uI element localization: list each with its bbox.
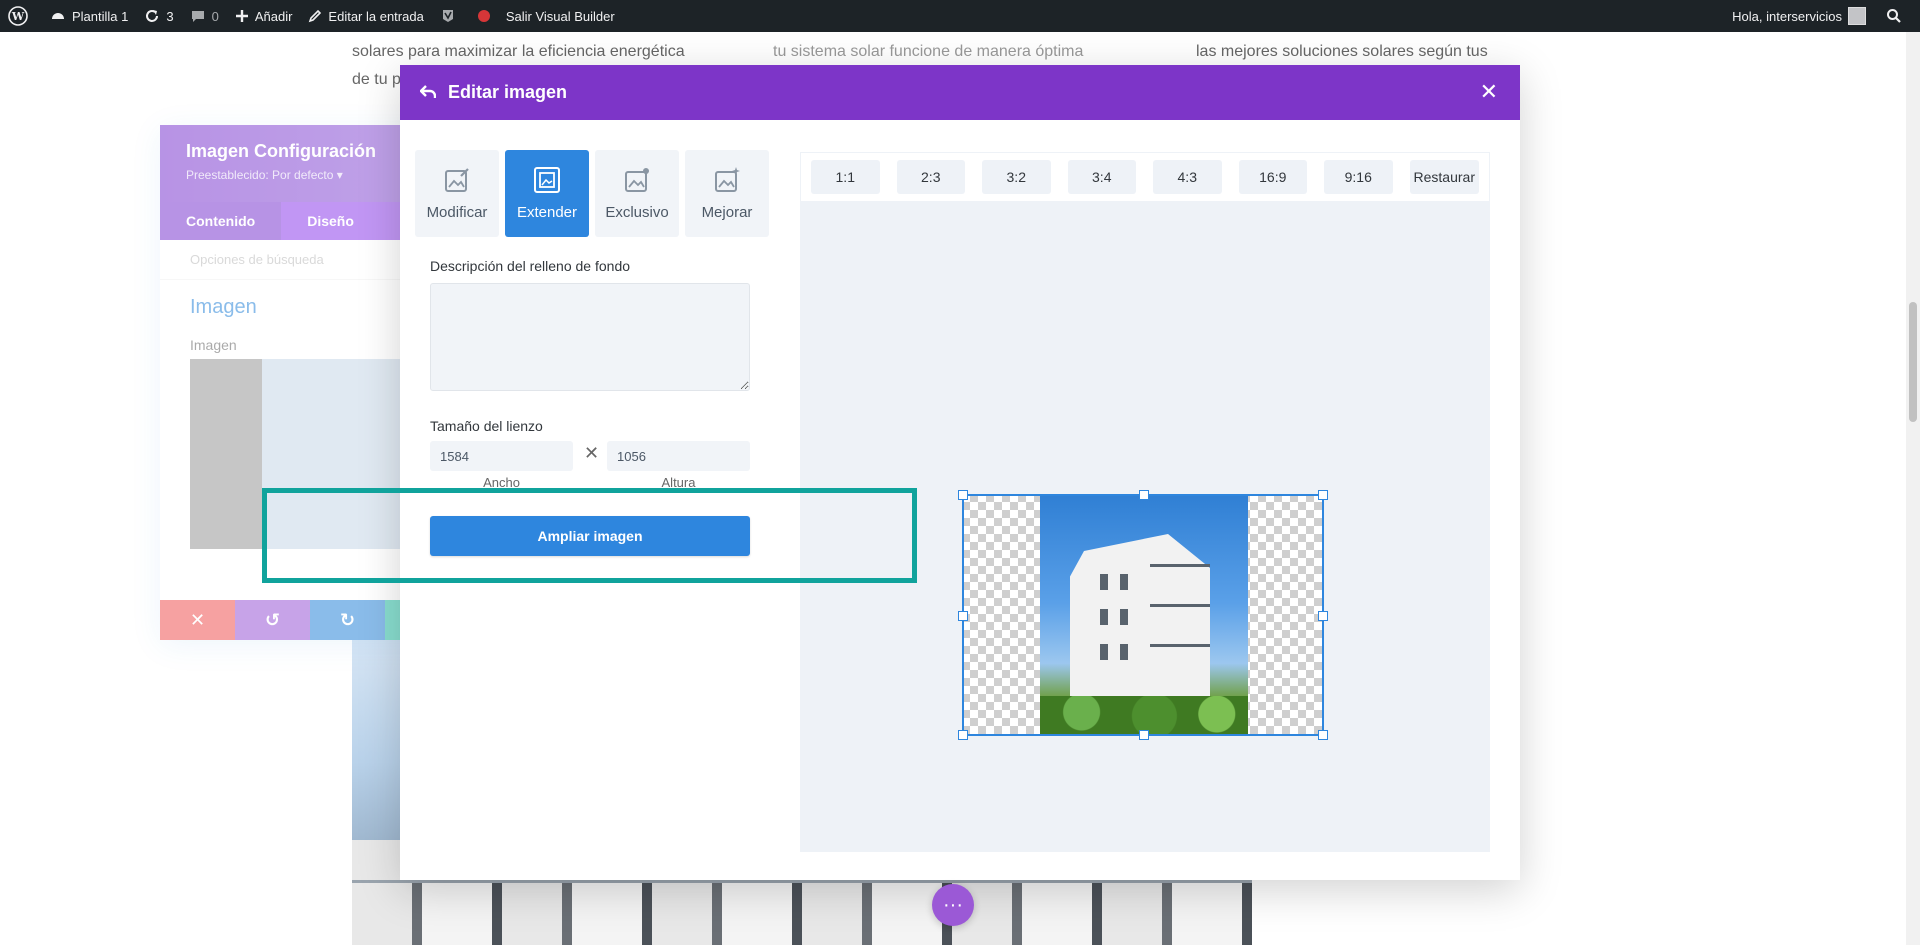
width-sub-label: Ancho bbox=[483, 475, 520, 490]
canvas-height-input[interactable]: 1056 bbox=[607, 441, 750, 471]
resize-handle-se[interactable] bbox=[1318, 730, 1328, 740]
exit-visual-builder-label: Salir Visual Builder bbox=[505, 8, 615, 24]
scrollbar-thumb[interactable] bbox=[1909, 302, 1917, 422]
redo-icon: ↻ bbox=[339, 609, 356, 630]
wordpress-logo-icon[interactable]: W bbox=[0, 0, 42, 32]
modal-title: Editar imagen bbox=[448, 82, 568, 102]
canvas-width-input[interactable]: 1584 bbox=[430, 441, 573, 471]
bg-text-col1-line1: solares para maximizar la eficiencia ene… bbox=[352, 43, 685, 60]
tab-modify-label: Modificar bbox=[426, 204, 488, 221]
tab-enhance[interactable]: Mejorar bbox=[685, 150, 769, 237]
aspect-ratio-bar: 1:1 2:3 3:2 3:4 4:3 16:9 9:16 Restaurar bbox=[800, 152, 1490, 202]
more-dots-icon: ··· bbox=[943, 893, 963, 916]
fill-description-textarea[interactable] bbox=[430, 283, 750, 391]
resize-handle-s[interactable] bbox=[1139, 730, 1149, 740]
ratio-16-9-button[interactable]: 16:9 bbox=[1238, 160, 1307, 194]
seo-status-dot-icon bbox=[470, 0, 498, 32]
exclusive-image-icon bbox=[625, 168, 649, 192]
height-sub-label: Altura bbox=[661, 475, 696, 490]
tab-exclusive-label: Exclusivo bbox=[605, 204, 669, 221]
page-scrollbar[interactable] bbox=[1906, 32, 1920, 945]
settings-title: Imagen Configuración bbox=[186, 141, 377, 161]
page-settings-fab[interactable]: ··· bbox=[932, 884, 974, 926]
tab-enhance-label: Mejorar bbox=[701, 204, 753, 221]
ratio-3-4-button[interactable]: 3:4 bbox=[1067, 160, 1136, 194]
user-account-link[interactable]: Hola, interservicios bbox=[1724, 0, 1874, 32]
site-name-label: Plantilla 1 bbox=[72, 8, 129, 24]
refresh-icon bbox=[146, 10, 159, 22]
comments-link[interactable]: 0 bbox=[182, 0, 227, 32]
ratio-9-16-button[interactable]: 9:16 bbox=[1324, 160, 1393, 194]
extended-canvas-transparent bbox=[958, 490, 1328, 740]
undo-icon: ↺ bbox=[264, 609, 281, 630]
tab-exclusive[interactable]: Exclusivo bbox=[595, 150, 679, 237]
close-modal-icon[interactable]: ✕ bbox=[1480, 81, 1498, 103]
canvas-size-label: Tamaño del lienzo bbox=[430, 418, 543, 434]
comment-icon bbox=[191, 11, 204, 22]
resize-handle-ne[interactable] bbox=[1318, 490, 1328, 500]
tab-modify[interactable]: Modificar bbox=[415, 150, 499, 237]
avatar bbox=[1848, 7, 1866, 25]
bg-text-col2-line1: tu sistema solar funcione de manera ópti… bbox=[773, 43, 1084, 60]
tool-tabs: Modificar Extender Exclusivo Mejorar bbox=[415, 150, 769, 237]
settings-image-preview[interactable] bbox=[190, 359, 430, 549]
bg-text-col3-line1: las mejores soluciones solares según tus bbox=[1196, 43, 1488, 60]
times-icon: ✕ bbox=[584, 443, 600, 463]
exit-visual-builder-link[interactable]: Salir Visual Builder bbox=[498, 0, 623, 32]
bg-text-col1-line2: de tu p bbox=[352, 71, 401, 88]
yoast-seo-icon[interactable] bbox=[432, 0, 470, 32]
site-name-link[interactable]: Plantilla 1 bbox=[42, 0, 136, 32]
edit-entry-label: Editar la entrada bbox=[328, 8, 424, 24]
tab-content[interactable]: Contenido bbox=[160, 202, 282, 240]
add-new-label: Añadir bbox=[254, 8, 293, 24]
tab-extend-label: Extender bbox=[516, 204, 578, 221]
extend-image-button[interactable]: Ampliar imagen bbox=[430, 516, 750, 556]
plus-icon bbox=[235, 10, 248, 22]
resize-handle-n[interactable] bbox=[1139, 490, 1149, 500]
settings-preset[interactable]: Preestablecido: Por defecto ▾ bbox=[186, 168, 434, 182]
redo-button[interactable]: ↻ bbox=[310, 600, 385, 640]
extend-image-icon bbox=[534, 167, 560, 193]
resize-handle-sw[interactable] bbox=[958, 730, 968, 740]
tab-design[interactable]: Diseño bbox=[281, 202, 380, 240]
ratio-3-2-button[interactable]: 3:2 bbox=[982, 160, 1051, 194]
svg-text:W: W bbox=[11, 10, 25, 23]
fill-description-label: Descripción del relleno de fondo bbox=[430, 258, 631, 274]
enhance-image-icon bbox=[715, 167, 740, 192]
extend-selection-box[interactable] bbox=[958, 490, 1328, 740]
resize-handle-w[interactable] bbox=[958, 611, 968, 621]
pencil-icon bbox=[309, 9, 322, 23]
back-arrow-icon[interactable] bbox=[419, 84, 437, 102]
add-new-link[interactable]: Añadir bbox=[227, 0, 301, 32]
resize-handle-nw[interactable] bbox=[958, 490, 968, 500]
greeting-label: Hola, interservicios bbox=[1732, 8, 1842, 24]
modal-header: Editar imagen ✕ bbox=[400, 65, 1520, 120]
updates-link[interactable]: 3 bbox=[136, 0, 181, 32]
balcony-rail bbox=[352, 880, 1252, 883]
updates-count: 3 bbox=[166, 8, 174, 24]
ratio-1-1-button[interactable]: 1:1 bbox=[811, 160, 880, 194]
edit-image-icon bbox=[445, 168, 469, 192]
resize-handle-e[interactable] bbox=[1318, 611, 1328, 621]
undo-button[interactable]: ↺ bbox=[235, 600, 310, 640]
search-icon[interactable] bbox=[1874, 0, 1920, 32]
image-canvas-area: 1:1 2:3 3:2 3:4 4:3 16:9 9:16 Restaurar bbox=[800, 152, 1490, 852]
reset-ratio-button[interactable]: Restaurar bbox=[1409, 160, 1479, 194]
edit-entry-link[interactable]: Editar la entrada bbox=[300, 0, 431, 32]
dashboard-icon bbox=[52, 13, 64, 19]
ratio-4-3-button[interactable]: 4:3 bbox=[1153, 160, 1222, 194]
comments-count: 0 bbox=[211, 8, 219, 24]
tab-extend[interactable]: Extender bbox=[505, 150, 589, 237]
discard-button[interactable]: ✕ bbox=[160, 600, 235, 640]
wp-admin-bar: W Plantilla 1 3 0 Añadir Editar la entra… bbox=[0, 0, 1920, 32]
ratio-2-3-button[interactable]: 2:3 bbox=[896, 160, 965, 194]
edit-image-modal: Editar imagen ✕ Modificar Extender Exclu… bbox=[400, 65, 1520, 880]
close-icon: ✕ bbox=[189, 609, 206, 630]
